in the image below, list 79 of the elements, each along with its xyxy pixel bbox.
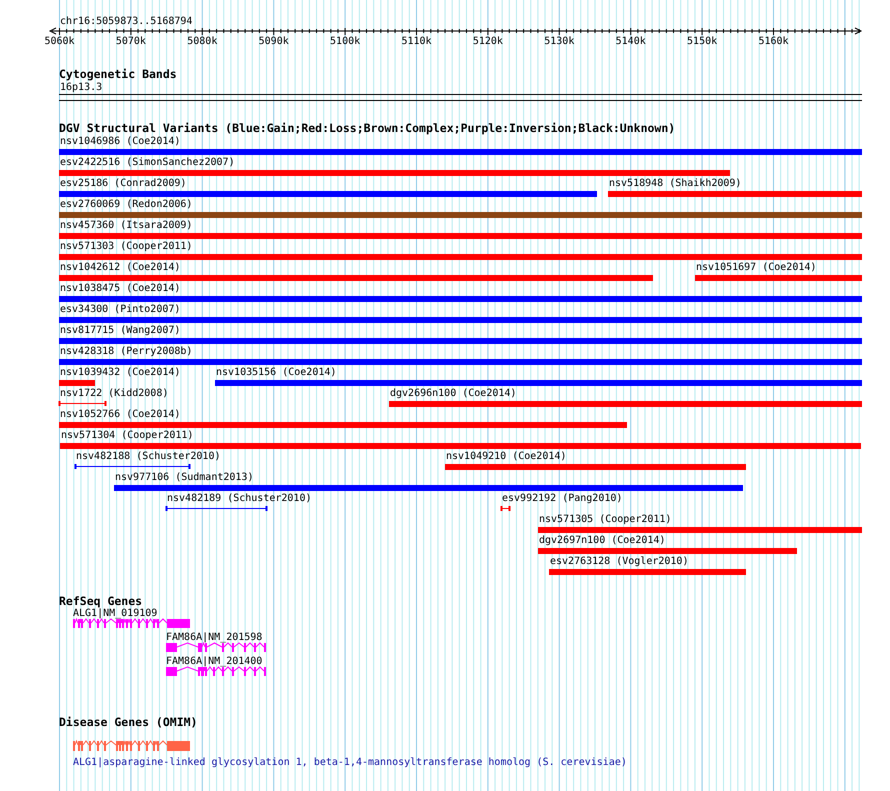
variant-label: esv34300 (Pinto2007) [60,304,180,315]
gene-model-drawing[interactable] [166,666,266,676]
band-label: 16p13.3 [60,82,102,93]
variant-bar[interactable] [59,380,95,386]
variant-bar[interactable] [538,548,797,554]
variant-bar[interactable] [445,464,746,470]
ruler-tick-label: 5140k [616,36,646,47]
variant-bar[interactable] [59,275,653,281]
variant-label: nsv571305 (Cooper2011) [539,514,672,525]
ruler-tick-label: 5080k [187,36,218,47]
variant-span[interactable] [58,401,106,406]
track-title: Cytogenetic Bands [59,67,177,81]
track-title: RefSeq Genes [59,594,142,608]
variant-bar[interactable] [59,254,862,260]
variant-label: esv992192 (Pang2010) [502,493,622,504]
variant-label: nsv428318 (Perry2008b) [60,346,192,357]
variant-label: esv2763128 (Vogler2010) [550,556,688,567]
variant-label: nsv1042612 (Coe2014) [60,262,180,273]
variant-label: nsv1039432 (Coe2014) [60,367,180,378]
variant-label: esv2422516 (SimonSanchez2007) [60,157,235,168]
variant-bar[interactable] [389,401,862,407]
variant-label: nsv1722 (Kidd2008) [60,388,168,399]
ruler-tick-label: 5090k [258,36,289,47]
variant-bar[interactable] [59,191,597,197]
gene-model-drawing[interactable] [73,740,190,751]
variant-label: nsv977106 (Sudmant2013) [115,472,254,483]
variant-label: nsv1049210 (Coe2014) [446,451,566,462]
variant-bar[interactable] [114,485,743,491]
gene-model-drawing[interactable] [166,642,266,652]
ruler-tick-label: 5110k [401,36,432,47]
ruler-tick-label: 5160k [758,36,789,47]
variant-label: esv2760069 (Redon2006) [60,199,192,210]
gene-description-link[interactable]: ALG1|asparagine-linked glycosylation 1, beta-1,4-mannosyltransferase homolog (S. cerevisiae) [73,757,627,768]
variant-bar[interactable] [538,527,862,533]
variant-bar[interactable] [59,359,862,365]
variant-bar[interactable] [59,212,862,218]
variant-bar[interactable] [59,422,627,428]
variant-label: nsv1051697 (Coe2014) [696,262,816,273]
ruler-tick-label: 5060k [44,36,75,47]
variant-label: nsv1052766 (Coe2014) [60,409,180,420]
variant-label: nsv518948 (Shaikh2009) [609,178,742,189]
gene-label: ALG1|NM_019109 [73,608,158,619]
variant-label: dgv2697n100 (Coe2014) [539,535,666,546]
variant-label: nsv571304 (Cooper2011) [61,430,194,441]
variant-bar[interactable] [59,338,862,344]
variant-label: nsv482188 (Schuster2010) [76,451,220,462]
variant-span[interactable] [500,506,510,511]
variant-bar[interactable] [59,170,730,176]
ruler-tick-label: 5100k [330,36,360,47]
variant-bar[interactable] [59,296,862,302]
variant-bar[interactable] [215,380,862,386]
ruler-tick-label: 5070k [116,36,146,47]
gene-label: FAM86A|NM_201400 [166,656,262,667]
variant-label: dgv2696n100 (Coe2014) [390,388,516,399]
variant-bar[interactable] [59,233,862,239]
ruler-tick-label: 5150k [687,36,718,47]
variant-bar[interactable] [695,275,862,281]
variant-span[interactable] [74,464,190,469]
variant-label: nsv571303 (Cooper2011) [60,241,192,252]
gene-model-drawing[interactable] [73,618,190,628]
track-title: Disease Genes (OMIM) [59,715,198,729]
gene-label: FAM86A|NM_201598 [166,632,262,643]
variant-label: nsv817715 (Wang2007) [60,325,180,336]
variant-bar[interactable] [59,149,862,155]
variant-bar[interactable] [59,317,862,323]
variant-label: esv25186 (Conrad2009) [60,178,186,189]
variant-label: nsv457360 (Itsara2009) [60,220,192,231]
variant-label: nsv1038475 (Coe2014) [60,283,180,294]
variant-label: nsv1046986 (Coe2014) [60,136,180,147]
location-label: chr16:5059873..5168794 [60,16,192,27]
ruler-tick-label: 5120k [472,36,503,47]
variant-label: nsv1035156 (Coe2014) [216,367,336,378]
variant-label: nsv482189 (Schuster2010) [167,493,312,504]
ruler-tick-label: 5130k [544,36,574,47]
track-title: DGV Structural Variants (Blue:Gain;Red:Loss;Brown:Complex;Purple:Inversion;Black:Unknown) [59,121,676,135]
variant-bar[interactable] [60,443,861,449]
variant-bar[interactable] [549,569,746,575]
variant-bar[interactable] [608,191,862,197]
variant-span[interactable] [166,506,268,511]
